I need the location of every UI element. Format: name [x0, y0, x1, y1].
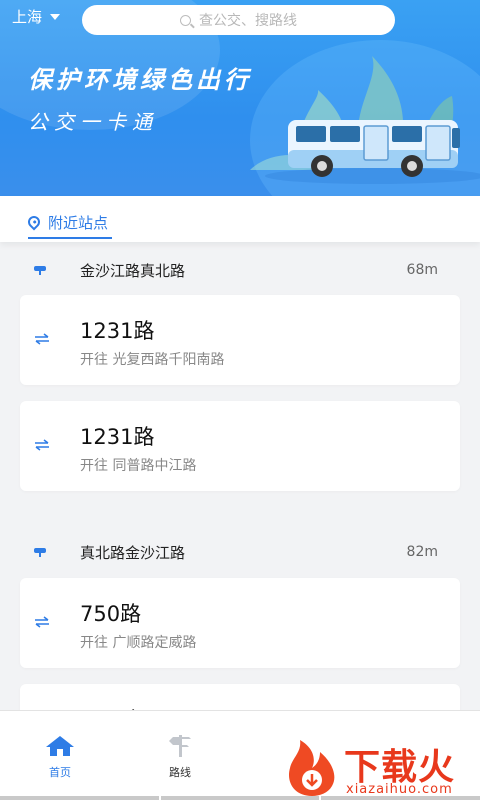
route-card[interactable]: 750路 开往 广顺路定威路 [20, 578, 460, 668]
route-card[interactable]: 1231路 开往 光复西路千阳南路 [20, 295, 460, 385]
route-name: 1231路 [80, 425, 155, 449]
swap-direction-icon [35, 333, 49, 345]
watermark-logo: 下载火 xiazaihuo.com [282, 736, 480, 800]
station-header[interactable]: 金沙江路真北路 68m [0, 250, 480, 290]
route-direction: 开往 同普路中江路 [80, 458, 197, 474]
nav-routes[interactable]: 路线 [150, 735, 210, 780]
route-name: 750路 [80, 602, 142, 626]
bus-stop-icon [34, 266, 46, 275]
nav-routes-label: 路线 [169, 766, 191, 779]
search-icon [180, 14, 191, 26]
bus-stop-icon [34, 548, 46, 557]
station-header[interactable]: 真北路金沙江路 82m [0, 532, 480, 572]
nav-home-label: 首页 [49, 766, 71, 779]
banner-subtitle: 公交一卡通 [28, 110, 158, 134]
station-name: 金沙江路真北路 [80, 261, 186, 280]
swap-direction-icon [35, 439, 49, 451]
flame-icon [288, 740, 335, 796]
route-sign-icon [169, 735, 191, 757]
station-name: 真北路金沙江路 [80, 543, 186, 562]
header-banner: 上海 查公交、搜路线 保护环境绿色出行 公交一卡通 [0, 0, 480, 196]
tab-indicator [28, 237, 113, 239]
route-direction: 开往 广顺路定威路 [80, 635, 197, 651]
search-input[interactable]: 查公交、搜路线 [82, 5, 395, 35]
tab-bar: 附近站点 [0, 196, 480, 242]
station-distance: 82m [406, 544, 438, 560]
route-name: 1231路 [80, 319, 155, 343]
home-icon [46, 736, 74, 756]
station-distance: 68m [406, 262, 438, 278]
nav-home[interactable]: 首页 [30, 735, 90, 780]
route-direction: 开往 光复西路千阳南路 [80, 352, 225, 368]
city-selector[interactable]: 上海 [12, 6, 61, 27]
watermark-url: xiazaihuo.com [346, 782, 453, 797]
swap-direction-icon [35, 616, 49, 628]
search-placeholder: 查公交、搜路线 [199, 13, 297, 29]
location-icon [25, 213, 43, 231]
tab-nearby-stops[interactable]: 附近站点 [25, 206, 113, 239]
chevron-down-icon [50, 13, 61, 20]
route-card[interactable]: 1231路 开往 同普路中江路 [20, 401, 460, 491]
tab-label: 附近站点 [48, 213, 109, 232]
banner-slogan: 保护环境绿色出行 [28, 66, 252, 94]
city-label: 上海 [12, 8, 43, 26]
